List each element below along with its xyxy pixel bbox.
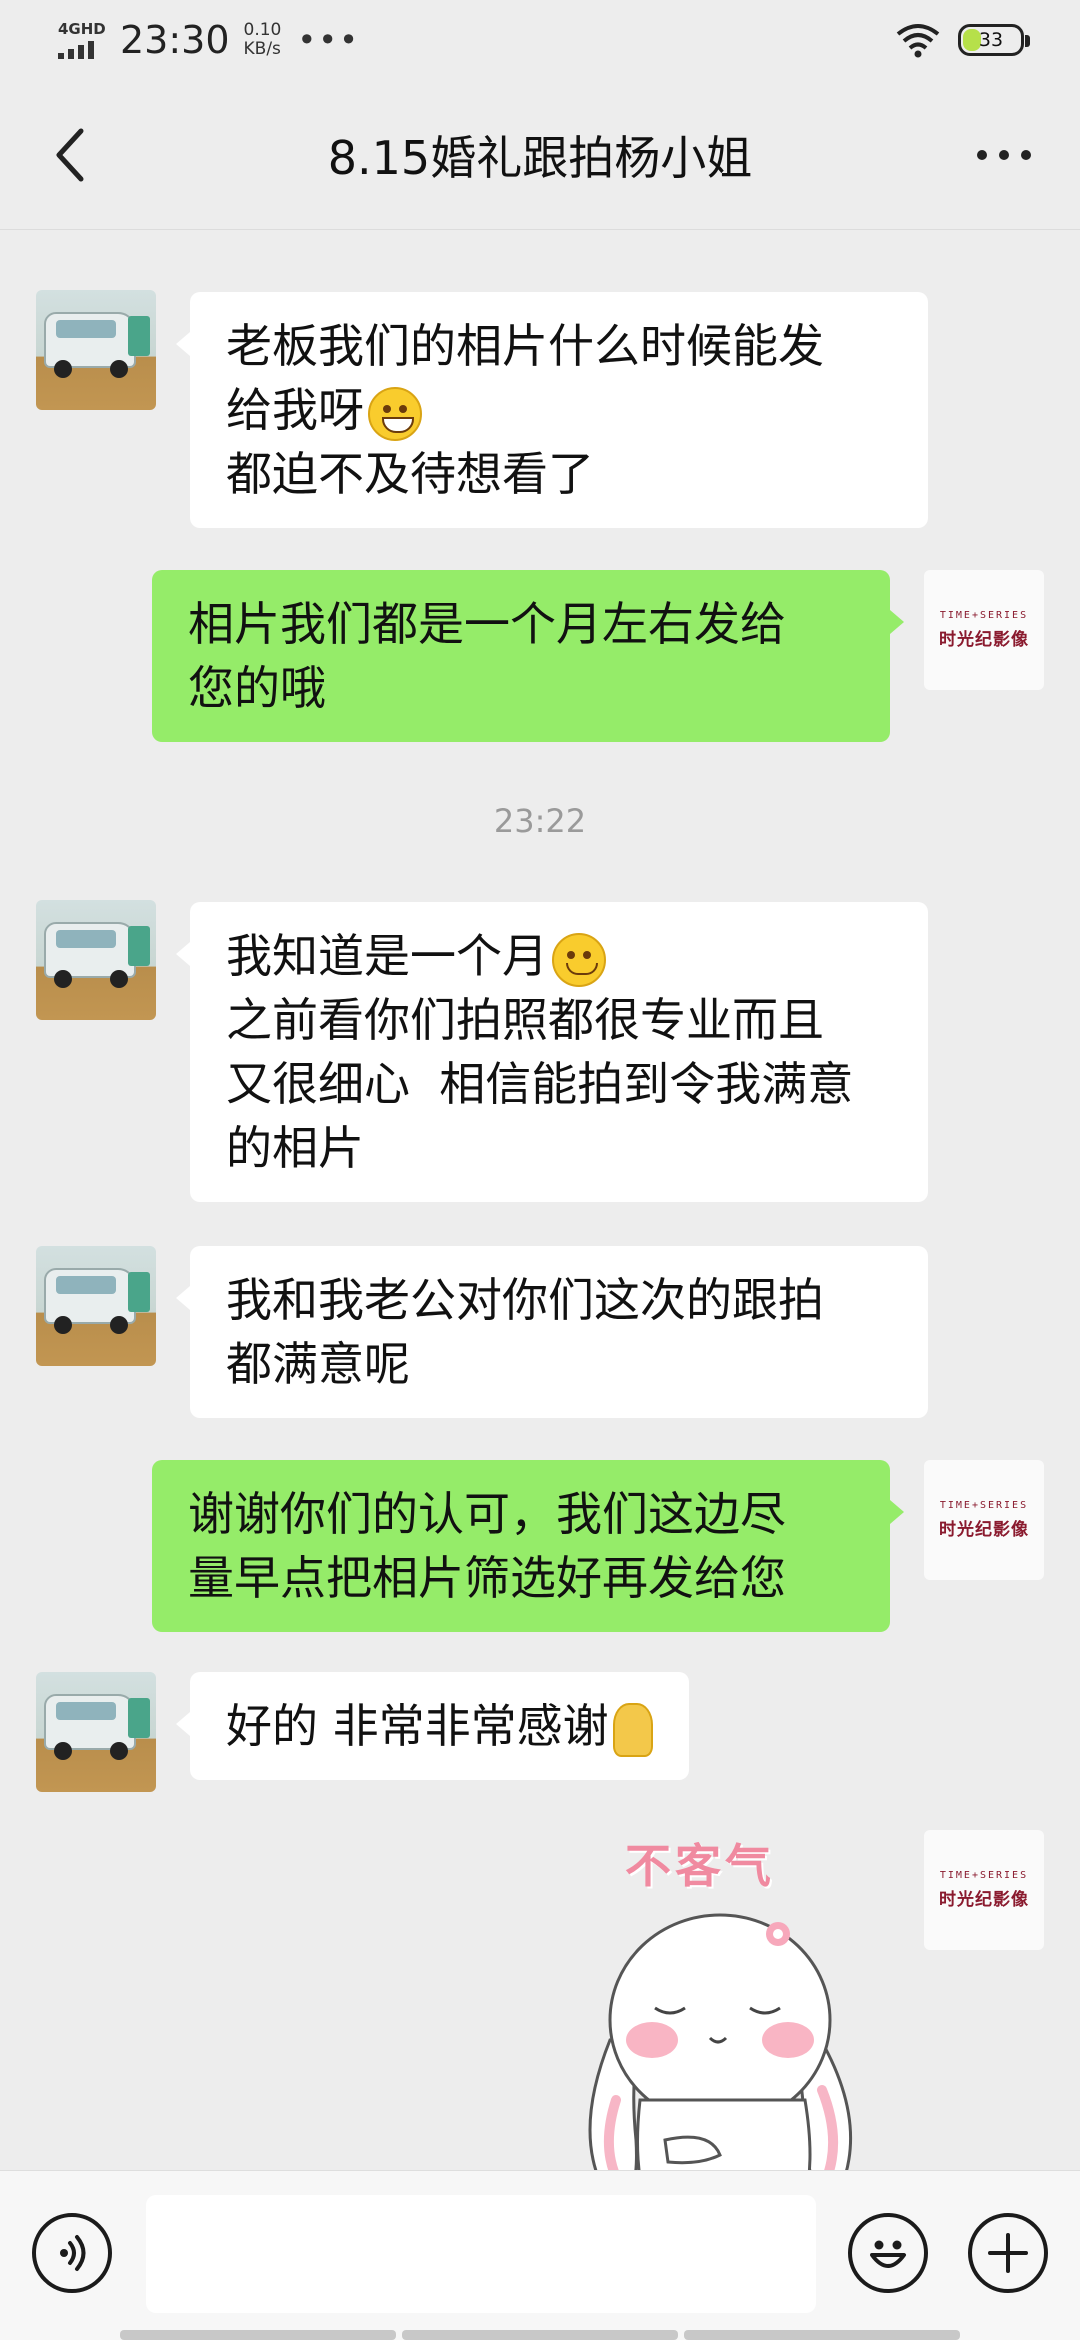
network-type-label: 4GHD [58,20,106,38]
message-bubble-incoming[interactable]: 我和我老公对你们这次的跟拍 都满意呢 [176,1246,928,1418]
message-bubble-outgoing[interactable]: 相片我们都是一个月左右发给 您的哦 [152,570,904,742]
more-options-button[interactable] [964,120,1044,190]
message-text: 好的 非常非常感谢 [226,1699,609,1753]
input-bar [0,2170,1080,2340]
message-text: 相片我们都是一个月左右发给 您的哦 [188,597,786,715]
dot-icon [977,150,987,160]
pray-icon [612,1702,653,1757]
clock: 23:30 [120,18,230,62]
signal-bars-icon [58,39,94,59]
dot-icon [1021,150,1031,160]
signal-indicator: 4GHD [58,21,108,59]
dot-icon [999,150,1009,160]
car-panel [128,1698,150,1738]
sticker-text: 不客气 [625,1839,775,1893]
shop-avatar[interactable]: TIME+SERIES 时光纪影像 [924,570,1044,690]
car-wheel [110,1742,128,1760]
message-text: 我知道是一个月 [226,929,548,983]
battery-level: 33 [978,29,1004,51]
brand-top-text: TIME+SERIES [939,1870,1029,1881]
message-bubble-outgoing[interactable]: 谢谢你们的认可，我们这边尽 量早点把相片筛选好再发给您 [152,1460,904,1632]
message-timestamp: 23:22 [493,802,587,840]
car-wheel [54,970,72,988]
message-list[interactable]: 老板我们的相片什么时候能发 给我呀 都迫不及待想看了 相片我们都是一个月左右发给… [0,230,1080,2230]
message-input[interactable] [146,2195,816,2313]
message-bubble-incoming[interactable]: 好的 非常非常感谢 [176,1672,689,1780]
brand-top-text: TIME+SERIES [939,610,1029,621]
user-avatar[interactable] [36,900,156,1020]
wifi-icon [896,24,940,58]
more-actions-button[interactable] [968,2213,1048,2293]
message-text: 之前看你们拍照都很专业而且 又很细心 相信能拍到令我满意 的相片 [226,993,854,1175]
voice-icon [60,2235,86,2271]
car-window [56,930,116,948]
smile-icon [552,932,606,987]
message-text: 老板我们的相片什么时候能发 给我呀 [226,319,824,437]
brand-top-text: TIME+SERIES [939,1500,1029,1511]
emoji-face-icon [870,2240,906,2268]
car-window [56,1702,116,1720]
message-text: 谢谢你们的认可，我们这边尽 量早点把相片筛选好再发给您 [188,1487,786,1605]
user-avatar[interactable] [36,1672,156,1792]
chat-header: 8.15婚礼跟拍杨小姐 [0,80,1080,230]
car-panel [128,316,150,356]
status-right: 33 [894,22,1030,58]
chevron-left-icon [56,128,84,182]
battery-icon: 33 [958,24,1030,56]
brand-cn-text: 时光纪影像 [939,630,1029,650]
network-speed: 0.10 KB/s [244,21,282,59]
message-text: 都迫不及待想看了 [226,447,594,501]
user-avatar[interactable] [36,1246,156,1366]
car-wheel [54,1742,72,1760]
gesture-segment [120,2330,396,2340]
car-wheel [110,970,128,988]
back-button[interactable] [36,120,106,190]
shop-avatar[interactable]: TIME+SERIES 时光纪影像 [924,1460,1044,1580]
car-window [56,1276,116,1294]
plus-icon [988,2233,1028,2273]
navigation-gesture-bar [120,2330,960,2340]
network-speed-unit: KB/s [243,39,281,59]
network-speed-value: 0.10 [243,20,282,40]
emoji-button[interactable] [848,2213,928,2293]
user-avatar[interactable] [36,290,156,410]
chat-title: 8.15婚礼跟拍杨小姐 [327,131,753,185]
grin-icon [368,386,422,441]
message-bubble-incoming[interactable]: 老板我们的相片什么时候能发 给我呀 都迫不及待想看了 [176,292,928,528]
gesture-segment [684,2330,960,2340]
car-panel [128,1272,150,1312]
brand-cn-text: 时光纪影像 [939,1520,1029,1540]
car-wheel [54,1316,72,1334]
brand-cn-text: 时光纪影像 [939,1890,1029,1910]
shop-avatar[interactable]: TIME+SERIES 时光纪影像 [924,1830,1044,1950]
car-wheel [110,1316,128,1334]
gesture-segment [402,2330,678,2340]
car-wheel [110,360,128,378]
status-bar: 4GHD 23:30 0.10 KB/s ••• 33 [0,0,1080,80]
message-text: 我和我老公对你们这次的跟拍 都满意呢 [226,1273,824,1391]
car-wheel [54,360,72,378]
voice-input-button[interactable] [32,2213,112,2293]
more-notifications-icon: ••• [297,21,360,59]
message-bubble-incoming[interactable]: 我知道是一个月 之前看你们拍照都很专业而且 又很细心 相信能拍到令我满意 的相片 [176,902,928,1202]
car-panel [128,926,150,966]
car-window [56,320,116,338]
